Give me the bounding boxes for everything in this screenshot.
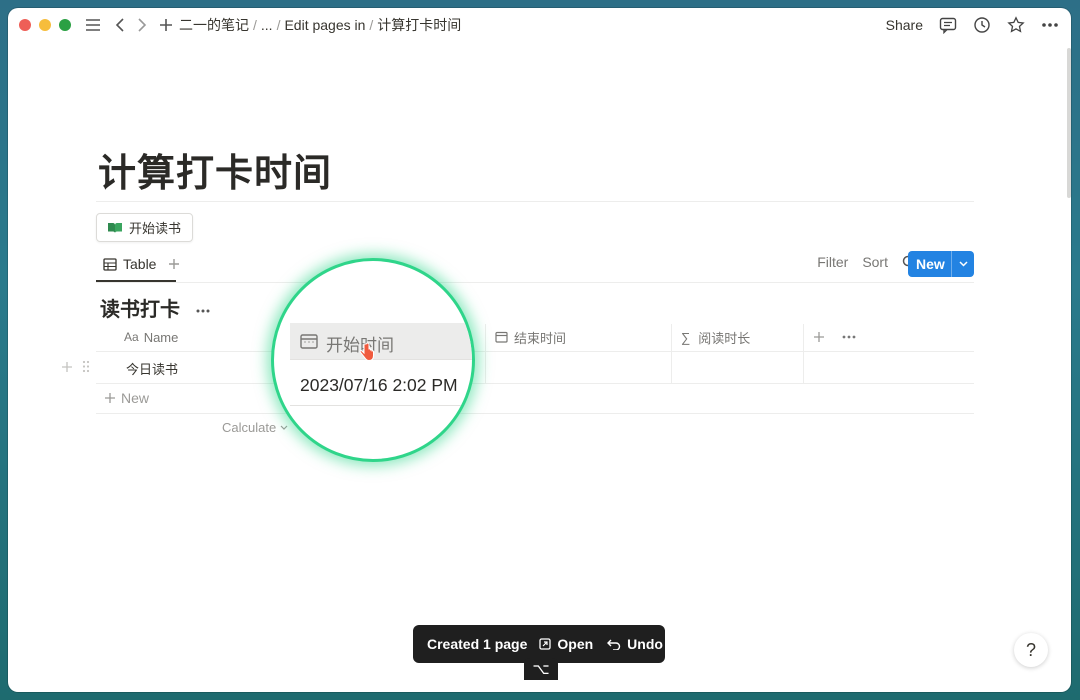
- toast-open-button[interactable]: Open: [557, 636, 593, 652]
- drag-handle-icon[interactable]: [82, 360, 90, 373]
- undo-icon: [607, 638, 621, 650]
- new-record-button[interactable]: New: [908, 251, 974, 277]
- database-title: 读书打卡: [100, 293, 210, 322]
- add-row-label: New: [121, 390, 150, 406]
- filter-button[interactable]: Filter: [817, 254, 848, 270]
- magnifier-highlight: 开始时间 2023/07/16 2:02 PM: [271, 258, 475, 462]
- row-add-icon[interactable]: [61, 361, 73, 373]
- chevron-down-icon[interactable]: [952, 261, 974, 267]
- row-duration-cell[interactable]: [672, 353, 803, 383]
- back-icon[interactable]: [115, 18, 125, 32]
- breadcrumb-workspace[interactable]: 二一的笔记: [179, 15, 249, 35]
- open-page-icon: [539, 638, 552, 650]
- scrollbar[interactable]: [1067, 48, 1071, 198]
- database-title-text[interactable]: 读书打卡: [100, 299, 180, 321]
- zoom-window-button[interactable]: [59, 19, 71, 31]
- toast-undo-button[interactable]: Undo: [627, 636, 663, 652]
- more-options-icon[interactable]: [1041, 22, 1059, 28]
- app-window: 二一的笔记 / ... / Edit pages in / 计算打卡时间 Sha…: [8, 8, 1071, 692]
- column-header-end[interactable]: 结束时间: [495, 324, 665, 350]
- new-record-label: New: [916, 256, 945, 272]
- table-icon: [103, 257, 117, 271]
- page-title[interactable]: 计算打卡时间: [98, 142, 332, 197]
- calculate-label: Calculate: [222, 420, 277, 435]
- database-more-icon[interactable]: [196, 309, 210, 313]
- footer-divider: [96, 413, 974, 414]
- calendar-icon: [495, 331, 508, 343]
- add-view-icon[interactable]: [168, 258, 180, 270]
- tab-table[interactable]: Table: [123, 256, 156, 272]
- column-header-name-label: Name: [143, 329, 179, 345]
- view-tabs: Table: [103, 256, 180, 272]
- window-controls: [19, 19, 71, 31]
- title-divider: [96, 201, 974, 202]
- calculate-button[interactable]: Calculate: [222, 420, 288, 435]
- row-start-cell[interactable]: 2023/07/16 2:02 PM: [300, 375, 458, 396]
- properties-more-icon[interactable]: [842, 335, 856, 339]
- top-bar: 二一的笔记 / ... / Edit pages in / 计算打卡时间 Sha…: [8, 8, 1071, 42]
- formula-sigma-icon: ∑: [681, 329, 691, 345]
- history-icon[interactable]: [973, 16, 991, 34]
- column-divider: [803, 324, 804, 383]
- forward-icon[interactable]: [137, 18, 147, 32]
- header-divider: [96, 351, 974, 352]
- chevron-down-icon: [280, 425, 288, 430]
- column-header-duration-label: 阅读时长: [698, 330, 751, 346]
- column-header-duration[interactable]: ∑ 阅读时长: [681, 324, 811, 350]
- favorite-star-icon[interactable]: [1007, 16, 1025, 34]
- row-divider: [96, 383, 974, 384]
- column-header-name[interactable]: Aa Name: [124, 324, 284, 350]
- share-button[interactable]: Share: [886, 17, 923, 33]
- start-reading-button[interactable]: 开始读书: [96, 213, 193, 242]
- sidebar-toggle-icon[interactable]: [85, 18, 101, 32]
- breadcrumb-current[interactable]: 计算打卡时间: [377, 15, 461, 35]
- column-header-end-label: 结束时间: [514, 330, 567, 346]
- comment-icon[interactable]: [939, 17, 957, 34]
- start-reading-label: 开始读书: [129, 221, 182, 236]
- top-actions: Share: [886, 8, 1059, 42]
- minimize-window-button[interactable]: [39, 19, 51, 31]
- hand-pointer-icon: [358, 341, 376, 363]
- toast-message: Created 1 page: [427, 636, 528, 652]
- tab-divider: [96, 282, 974, 283]
- add-property-icon[interactable]: [813, 331, 825, 343]
- book-icon: [107, 221, 123, 234]
- breadcrumb-ellipsis[interactable]: ...: [261, 17, 273, 33]
- add-row-button[interactable]: New: [104, 390, 149, 406]
- row-name-cell[interactable]: 今日读书: [126, 359, 178, 378]
- column-header-start[interactable]: 开始时间: [290, 323, 472, 359]
- new-page-icon[interactable]: [159, 18, 173, 32]
- close-window-button[interactable]: [19, 19, 31, 31]
- plus-icon: [104, 392, 116, 404]
- help-button[interactable]: ?: [1014, 633, 1048, 667]
- calendar-icon: [300, 333, 318, 349]
- sort-button[interactable]: Sort: [862, 254, 888, 270]
- breadcrumb-parent[interactable]: Edit pages in: [284, 17, 365, 33]
- row-end-cell[interactable]: [486, 353, 671, 383]
- keyboard-shortcut-indicator: ⌥: [524, 658, 558, 680]
- text-property-icon: Aa: [124, 330, 139, 344]
- breadcrumb: 二一的笔记 / ... / Edit pages in / 计算打卡时间: [179, 15, 462, 35]
